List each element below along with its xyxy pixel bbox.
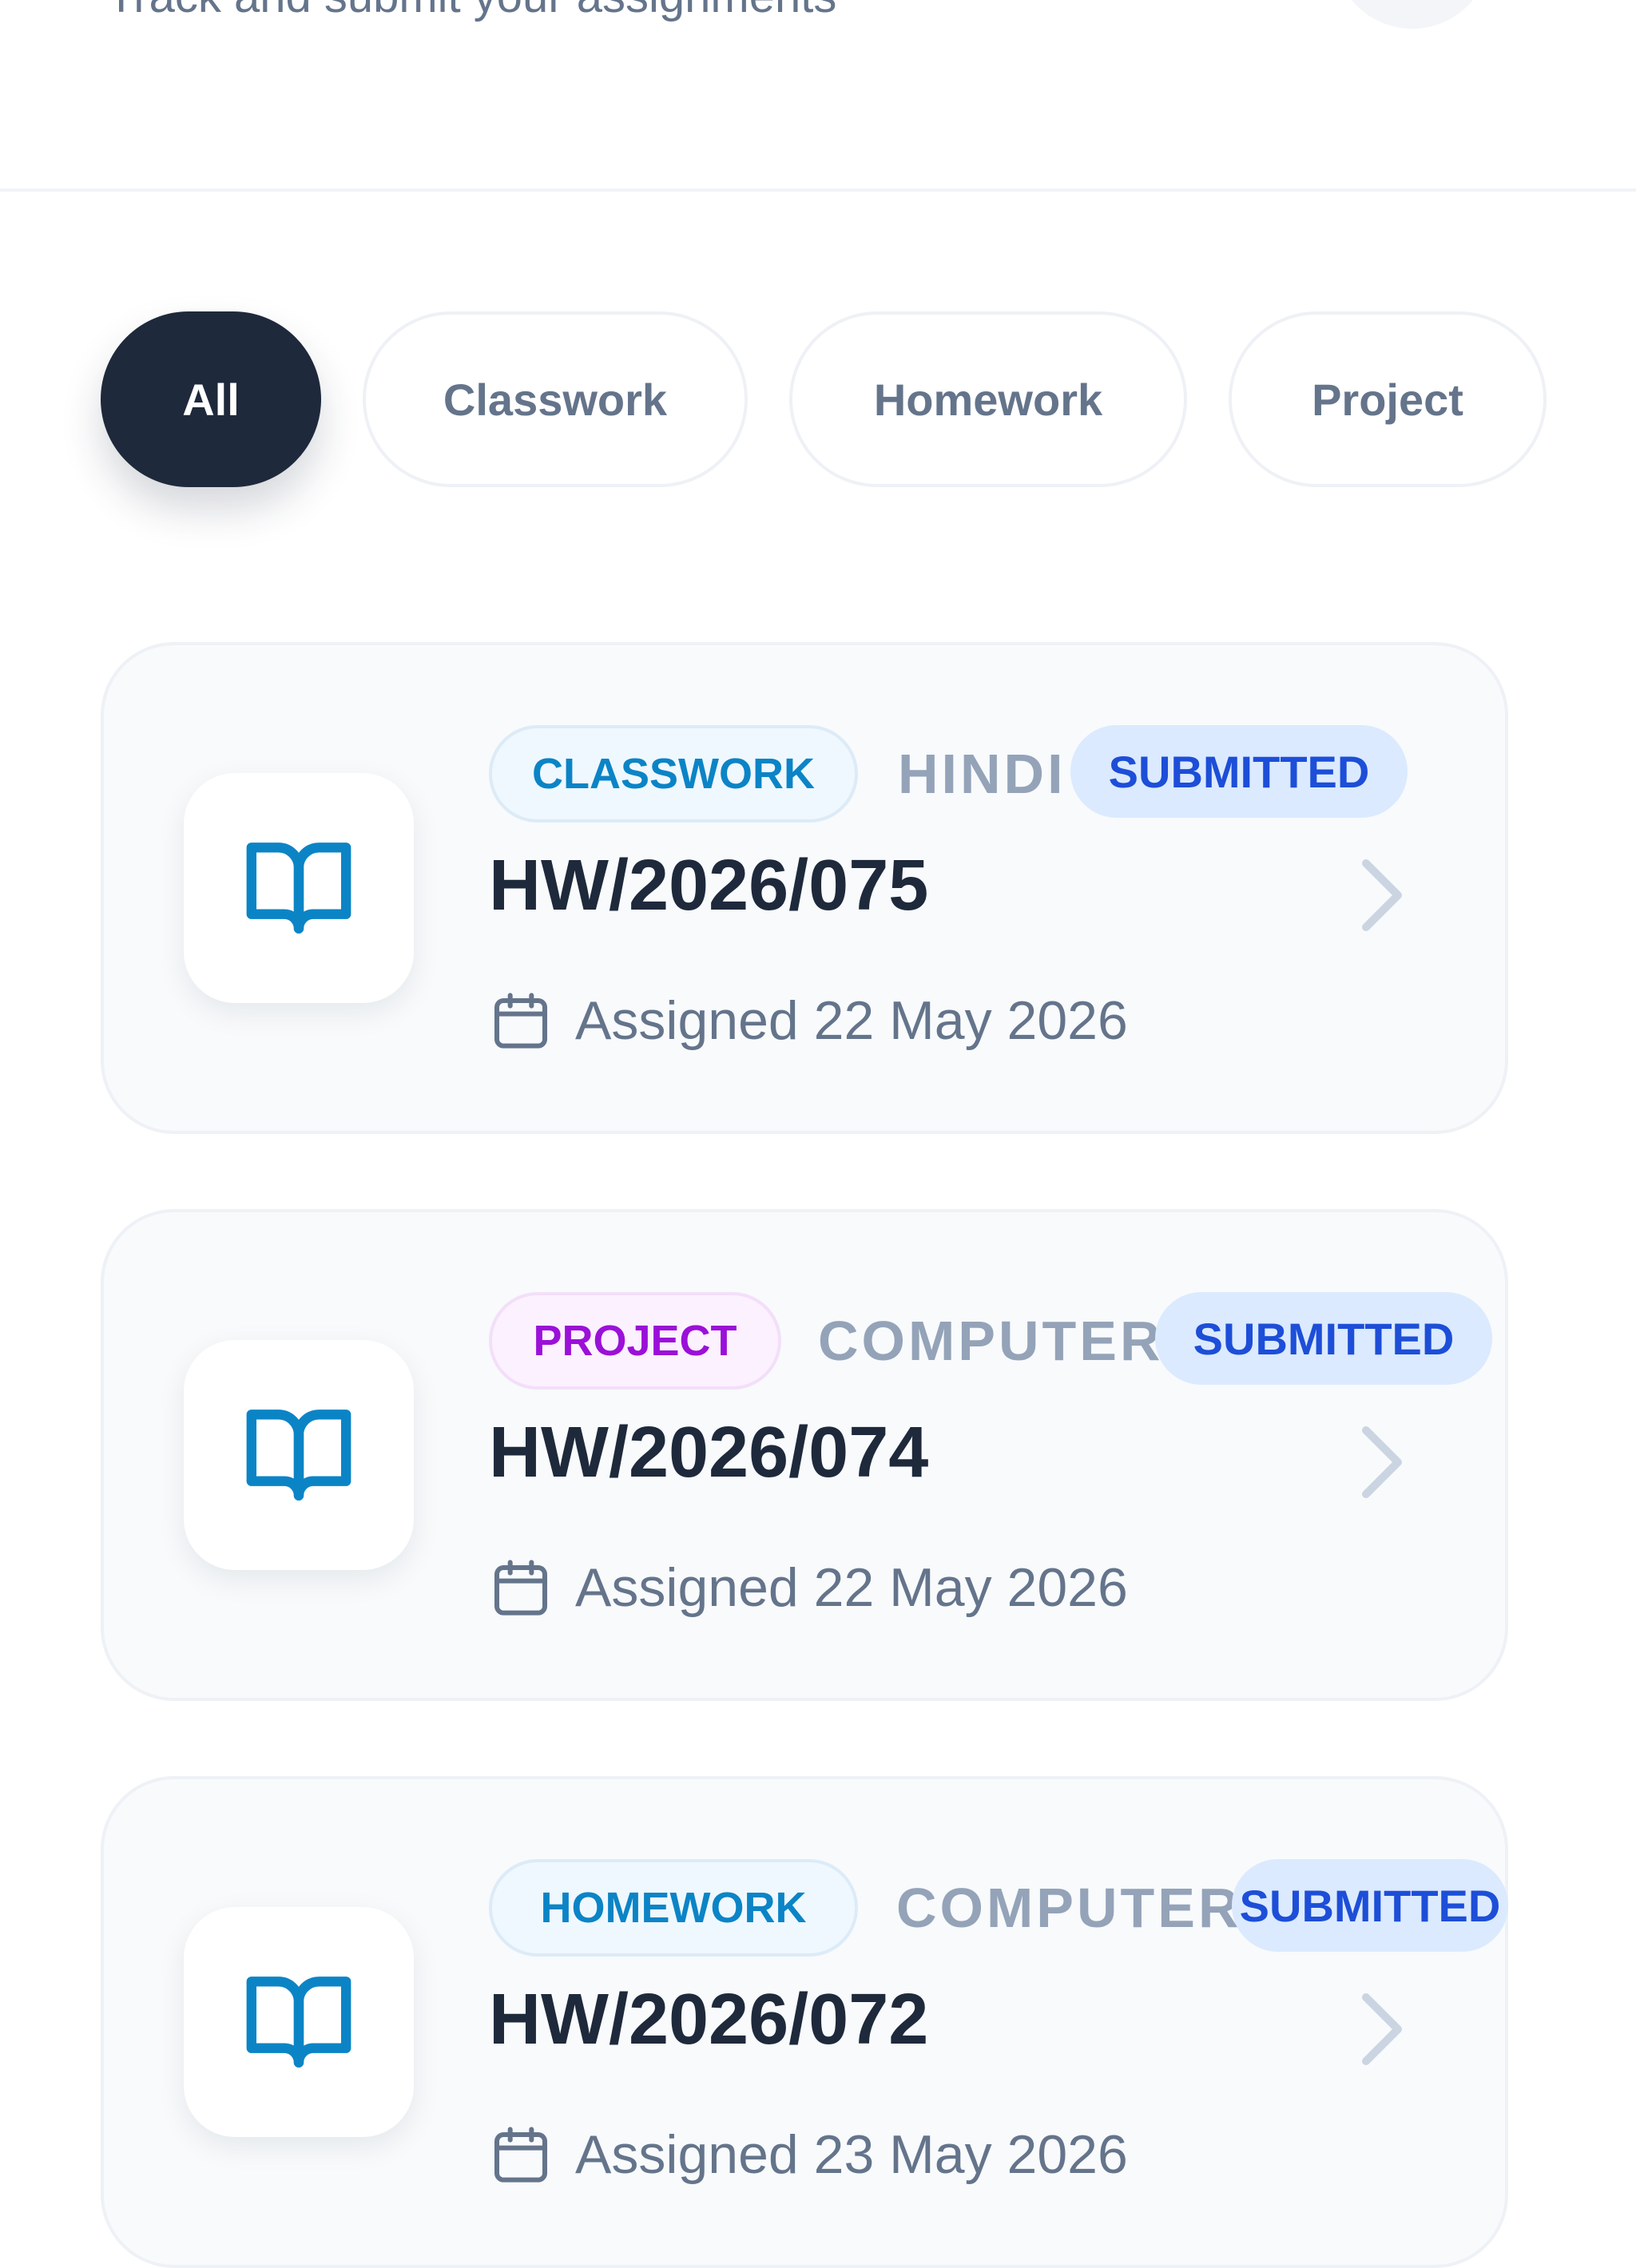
calendar-icon <box>494 2127 547 2183</box>
assignment-card[interactable]: CLASSWORK HINDI SUBMITTED HW/2026/075 As… <box>101 642 1508 1134</box>
filter-classwork-label: Classwork <box>443 374 668 425</box>
subject-label: COMPUTER <box>818 1310 1164 1372</box>
assignment-title: HW/2026/072 <box>489 1980 929 2060</box>
assignment-icon-tile <box>184 1340 414 1570</box>
profile-button[interactable] <box>1334 0 1491 29</box>
assigned-date-row: Assigned 22 May 2026 <box>489 981 1128 1061</box>
status-badge: SUBMITTED <box>1232 1859 1508 1952</box>
open-book-icon <box>246 1977 351 2068</box>
type-tag: HOMEWORK <box>489 1859 858 1957</box>
assigned-date: Assigned 22 May 2026 <box>575 1557 1128 1618</box>
status-badge: SUBMITTED <box>1155 1292 1492 1385</box>
open-book-icon <box>246 1410 351 1501</box>
chevron-right-icon[interactable] <box>1350 1418 1414 1506</box>
subject-label: COMPUTER <box>896 1877 1242 1939</box>
filter-project[interactable]: Project <box>1229 311 1547 487</box>
page-subtitle: Track and submit your assignments <box>107 0 836 23</box>
filter-project-label: Project <box>1312 374 1463 425</box>
calendar-icon <box>494 1560 547 1616</box>
filter-classwork[interactable]: Classwork <box>363 311 748 487</box>
assigned-date: Assigned 22 May 2026 <box>575 990 1128 1051</box>
open-book-icon <box>246 843 351 934</box>
filter-all-label: All <box>182 374 240 425</box>
filter-homework-label: Homework <box>873 374 1103 425</box>
status-badge: SUBMITTED <box>1070 725 1408 818</box>
filter-homework[interactable]: Homework <box>789 311 1187 487</box>
type-tag: PROJECT <box>489 1292 781 1390</box>
assigned-date-row: Assigned 22 May 2026 <box>489 1548 1128 1628</box>
filter-all[interactable]: All <box>101 311 321 487</box>
assignment-title: HW/2026/074 <box>489 1413 929 1493</box>
assignment-card[interactable]: HOMEWORK COMPUTER SUBMITTED HW/2026/072 … <box>101 1776 1508 2268</box>
assigned-date: Assigned 23 May 2026 <box>575 2124 1128 2185</box>
assignment-card[interactable]: PROJECT COMPUTER SUBMITTED HW/2026/074 A… <box>101 1209 1508 1701</box>
calendar-icon <box>494 993 547 1049</box>
assignment-icon-tile <box>184 1907 414 2137</box>
assigned-date-row: Assigned 23 May 2026 <box>489 2115 1128 2195</box>
type-tag: CLASSWORK <box>489 725 858 823</box>
assignment-icon-tile <box>184 773 414 1003</box>
chevron-right-icon[interactable] <box>1350 851 1414 939</box>
assignment-title: HW/2026/075 <box>489 846 929 926</box>
filter-tabs: All Classwork Homework Project <box>0 311 1636 487</box>
page-header: Track and submit your assignments <box>0 0 1636 192</box>
subject-label: HINDI <box>898 743 1066 805</box>
chevron-right-icon[interactable] <box>1350 1985 1414 2073</box>
